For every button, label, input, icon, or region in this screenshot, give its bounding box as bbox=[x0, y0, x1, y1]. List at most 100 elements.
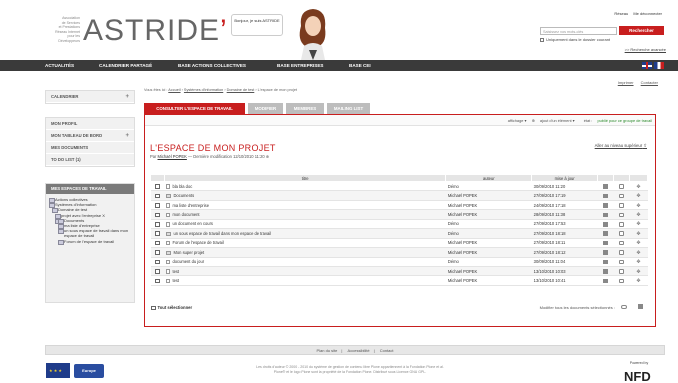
gear-icon[interactable]: ✥ bbox=[636, 203, 640, 208]
edit-icon[interactable] bbox=[603, 231, 608, 236]
uk-flag-icon[interactable] bbox=[642, 62, 652, 69]
gear-icon[interactable]: ✥ bbox=[636, 250, 640, 255]
table-row[interactable]: un document en cours Démo 27/09/2010 17:53… bbox=[150, 219, 648, 230]
gear-icon[interactable]: ✥ bbox=[636, 269, 640, 274]
tab-consulter[interactable]: CONSULTER L'ESPACE DE TRAVAIL bbox=[144, 103, 245, 114]
row-title-cell[interactable]: un sous espace de travail dans mon espac… bbox=[164, 228, 446, 239]
expand-icon[interactable]: + bbox=[125, 130, 129, 142]
row-title-cell[interactable]: bla bla doc bbox=[164, 181, 446, 192]
row-title-cell[interactable]: mon document bbox=[164, 209, 446, 220]
history-icon[interactable]: ⊕ bbox=[266, 154, 269, 159]
row-title-cell[interactable]: document du jour bbox=[164, 257, 446, 267]
row-checkbox[interactable] bbox=[155, 231, 160, 236]
table-row[interactable]: Forum de l'espace de travail Michaël POPE… bbox=[150, 238, 648, 249]
edit-icon[interactable] bbox=[603, 278, 608, 284]
row-title[interactable]: bla bla doc bbox=[172, 184, 192, 189]
fr-flag-icon[interactable] bbox=[654, 62, 664, 69]
document-icon[interactable] bbox=[619, 203, 624, 208]
table-row[interactable]: Mon super projet Michaël POPEK 27/09/2010 … bbox=[150, 247, 648, 258]
row-checkbox[interactable] bbox=[155, 240, 160, 246]
search-scope-checkbox[interactable]: Uniquement dans le dossier courant bbox=[540, 37, 610, 42]
row-title[interactable]: test bbox=[172, 269, 179, 274]
gear-icon[interactable]: ✥ bbox=[636, 279, 640, 284]
network-link[interactable]: Réseau bbox=[614, 11, 628, 16]
row-checkbox[interactable] bbox=[155, 193, 160, 199]
sidebar-item-profil[interactable]: MON PROFIL bbox=[46, 118, 134, 130]
select-all[interactable]: Tout sélectionner bbox=[151, 305, 192, 311]
table-row[interactable]: test Michaël POPEK 13/10/2010 10:41 ✥ bbox=[150, 275, 648, 286]
row-title-cell[interactable]: test bbox=[164, 266, 446, 277]
nav-item-entreprises[interactable]: BASE ENTREPRISES bbox=[277, 60, 323, 71]
row-checkbox[interactable] bbox=[155, 203, 160, 208]
col-title[interactable]: titre bbox=[163, 174, 447, 182]
row-checkbox[interactable] bbox=[155, 269, 160, 274]
print-link[interactable]: Imprimer bbox=[618, 80, 634, 85]
expand-icon[interactable]: + bbox=[125, 91, 129, 103]
row-title[interactable]: ma liste d'entreprise bbox=[172, 203, 209, 208]
row-title-cell[interactable]: Mon super projet bbox=[164, 247, 446, 258]
edit-icon[interactable] bbox=[603, 250, 608, 255]
gear-icon[interactable]: ✥ bbox=[636, 194, 640, 199]
logo[interactable]: ASTRIDE’ bbox=[83, 14, 228, 48]
document-icon[interactable] bbox=[619, 269, 624, 274]
checkbox-icon[interactable] bbox=[151, 305, 156, 311]
document-icon[interactable] bbox=[619, 184, 624, 189]
nav-item-cei[interactable]: BASE CEI bbox=[349, 60, 371, 71]
row-title[interactable]: un sous espace de travail dans mon espac… bbox=[173, 231, 271, 236]
col-updated[interactable]: mise à jour bbox=[531, 174, 599, 182]
footer-link-sitemap[interactable]: Plan du site bbox=[316, 348, 337, 353]
footer-link-contact[interactable]: Contact bbox=[380, 348, 394, 353]
edit-icon[interactable] bbox=[603, 222, 608, 227]
row-title[interactable]: Forum de l'espace de travail bbox=[172, 240, 223, 245]
row-checkbox[interactable] bbox=[155, 222, 160, 227]
table-row[interactable]: Documents Michaël POPEK 27/09/2010 17:19 ✥ bbox=[150, 190, 648, 201]
gear-icon[interactable]: ✥ bbox=[636, 231, 640, 236]
document-icon[interactable] bbox=[619, 193, 624, 199]
gear-icon[interactable]: ✥ bbox=[636, 260, 640, 265]
tree-item[interactable]: un sous espace de travail dans mon espac… bbox=[58, 228, 131, 238]
state-menu[interactable]: état : publié pour ce groupe de travail bbox=[580, 118, 652, 123]
table-row[interactable]: bla bla doc Démo 30/09/2010 11:20 ✥ bbox=[150, 181, 648, 192]
footer-link-accessibility[interactable]: Accessibilité bbox=[348, 348, 370, 353]
document-icon[interactable] bbox=[619, 212, 624, 218]
table-row[interactable]: un sous espace de travail dans mon espac… bbox=[150, 228, 648, 239]
up-level-link[interactable]: Aller au niveau supérieur ⇧ bbox=[595, 143, 647, 149]
table-row[interactable]: test Michaël POPEK 13/10/2010 10:03 ✥ bbox=[150, 266, 648, 277]
breadcrumb-link[interactable]: Systèmes d'information bbox=[184, 88, 223, 92]
tab-membres[interactable]: MEMBRES bbox=[286, 103, 324, 114]
row-checkbox[interactable] bbox=[155, 278, 160, 284]
document-icon[interactable] bbox=[619, 278, 624, 284]
row-checkbox[interactable] bbox=[155, 259, 160, 265]
document-icon[interactable] bbox=[619, 259, 624, 265]
edit-icon[interactable] bbox=[603, 193, 608, 199]
document-icon[interactable] bbox=[619, 222, 624, 227]
document-icon[interactable] bbox=[619, 231, 624, 236]
search-input[interactable]: Saisissez vos mots-clés bbox=[540, 27, 617, 35]
contact-link[interactable]: Contacter bbox=[641, 80, 658, 85]
row-title-cell[interactable]: un document en cours bbox=[164, 219, 446, 230]
table-row[interactable]: document du jour Démo 30/09/2010 11:04 ✥ bbox=[150, 257, 648, 267]
breadcrumb-link[interactable]: Accueil bbox=[168, 88, 180, 92]
col-author[interactable]: auteur bbox=[445, 174, 533, 182]
bulk-apply-icon[interactable] bbox=[638, 304, 643, 309]
gear-icon[interactable]: ✥ bbox=[636, 184, 640, 189]
sidebar-item-todo[interactable]: TO DO LIST (1) bbox=[46, 154, 134, 166]
row-title[interactable]: mon document bbox=[172, 212, 199, 217]
add-item-menu[interactable]: ⊕ ajout d'un élément ▾ bbox=[532, 118, 575, 123]
gear-icon[interactable]: ✥ bbox=[636, 222, 640, 227]
sidebar-item-calendrier[interactable]: CALENDRIER + bbox=[46, 91, 134, 103]
edit-icon[interactable] bbox=[603, 269, 608, 274]
row-title[interactable]: document du jour bbox=[172, 259, 204, 264]
gear-icon[interactable]: ✥ bbox=[636, 212, 640, 217]
sidebar-item-tableau-de-bord[interactable]: MON TABLEAU DE BORD + bbox=[46, 130, 134, 142]
row-checkbox[interactable] bbox=[155, 212, 160, 218]
checkbox-icon[interactable] bbox=[540, 37, 544, 42]
sidebar-item-documents[interactable]: MES DOCUMENTS bbox=[46, 142, 134, 154]
row-title-cell[interactable]: ma liste d'entreprise bbox=[164, 200, 446, 211]
row-checkbox[interactable] bbox=[155, 184, 160, 189]
author-link[interactable]: Michaël POPEK bbox=[158, 154, 187, 159]
row-title-cell[interactable]: test bbox=[164, 275, 446, 286]
table-row[interactable]: mon document Michaël POPEK 28/09/2010 11:3… bbox=[150, 209, 648, 220]
logout-link[interactable]: Me déconnecter bbox=[633, 11, 662, 16]
nav-item-actualites[interactable]: ACTUALITÉS bbox=[45, 60, 74, 71]
